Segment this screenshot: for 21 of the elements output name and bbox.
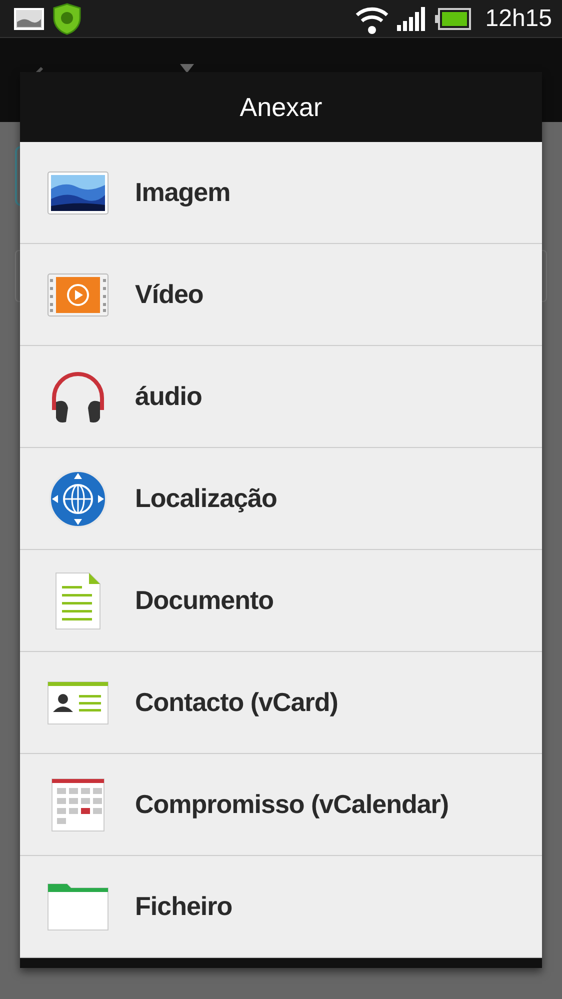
clock: 12h15 bbox=[485, 4, 552, 32]
menu-item[interactable]: Contacto (vCard) bbox=[20, 652, 542, 754]
document-icon bbox=[54, 572, 100, 630]
battery-icon bbox=[435, 8, 472, 30]
menu-item[interactable]: Localização bbox=[20, 448, 542, 550]
folder-icon bbox=[46, 882, 108, 930]
menu-item[interactable]: áudio bbox=[20, 346, 542, 448]
dialog-title: Anexar bbox=[240, 92, 322, 122]
calendar-icon bbox=[50, 778, 104, 832]
contact-card-icon bbox=[46, 680, 108, 724]
signal-icon bbox=[397, 6, 428, 30]
gallery-notification-icon bbox=[14, 8, 44, 30]
globe-icon bbox=[48, 468, 108, 528]
menu-item[interactable]: Imagem bbox=[20, 142, 542, 244]
menu-item[interactable]: Ficheiro bbox=[20, 856, 542, 958]
landscape-icon bbox=[46, 170, 108, 214]
menu-item[interactable]: Compromisso (vCalendar) bbox=[20, 754, 542, 856]
video-icon bbox=[46, 272, 108, 316]
menu-item[interactable]: Documento bbox=[20, 550, 542, 652]
shield-icon bbox=[52, 2, 82, 34]
menu-item[interactable]: Vídeo bbox=[20, 244, 542, 346]
